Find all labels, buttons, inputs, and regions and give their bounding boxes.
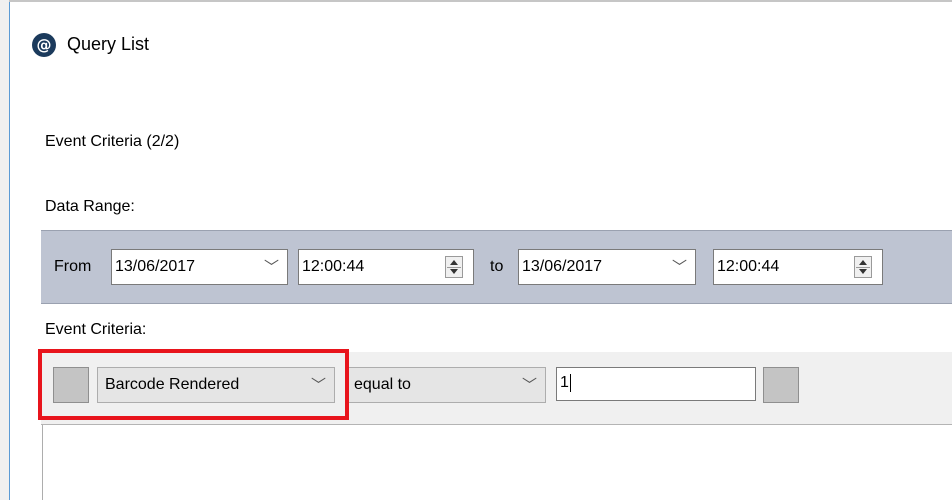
from-date-picker[interactable]: 13/06/2017 ﹀: [111, 249, 288, 285]
criteria-value-input[interactable]: 1: [556, 367, 756, 401]
criteria-operator-value: equal to: [354, 376, 411, 393]
chevron-down-icon[interactable]: ﹀: [264, 250, 279, 284]
from-date-value: 13/06/2017: [115, 258, 196, 275]
data-range-label: Data Range:: [45, 198, 135, 215]
from-time-value: 12:00:44: [302, 258, 365, 275]
chevron-down-icon[interactable]: ﹀: [672, 250, 687, 284]
to-date-picker[interactable]: 13/06/2017 ﹀: [518, 249, 696, 285]
criteria-operator-dropdown[interactable]: equal to ﹀: [346, 367, 546, 403]
time-spinner-icon[interactable]: [445, 256, 463, 278]
criteria-list-area[interactable]: [42, 425, 952, 500]
from-label: From: [54, 258, 92, 275]
chevron-down-icon[interactable]: ﹀: [522, 368, 537, 402]
text-caret: [569, 373, 571, 392]
step-label: Event Criteria (2/2): [45, 133, 180, 150]
to-label: to: [490, 258, 504, 275]
event-criteria-label: Event Criteria:: [45, 321, 147, 338]
window-left-edge: [0, 0, 9, 500]
annotation-highlight-box: [38, 349, 349, 420]
window-title: Query List: [67, 34, 150, 54]
window-top-border: [9, 0, 952, 2]
criteria-value-text: 1: [560, 374, 569, 391]
at-sign-icon: @: [32, 33, 56, 57]
criteria-action-button[interactable]: [763, 367, 799, 403]
time-spinner-icon[interactable]: [854, 256, 872, 278]
window-border: [9, 0, 10, 500]
to-time-value: 12:00:44: [717, 258, 780, 275]
to-time-picker[interactable]: 12:00:44: [713, 249, 883, 285]
to-date-value: 13/06/2017: [522, 258, 603, 275]
from-time-picker[interactable]: 12:00:44: [298, 249, 474, 285]
